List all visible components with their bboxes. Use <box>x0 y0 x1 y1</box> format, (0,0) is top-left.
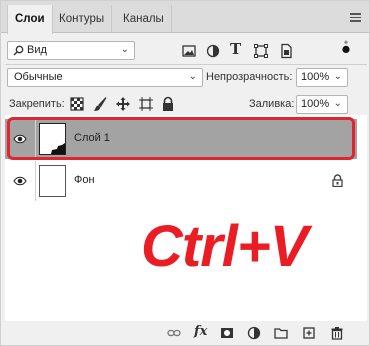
lock-image-pixels-icon[interactable] <box>92 96 108 112</box>
lock-position-icon[interactable] <box>115 96 131 112</box>
chevron-down-icon: ⌄ <box>120 44 129 55</box>
opacity-input[interactable]: 100% ⌄ <box>296 68 348 87</box>
filter-shape-icon[interactable] <box>253 43 269 59</box>
divider <box>35 161 36 201</box>
opacity-label: Непрозрачность: <box>206 71 293 83</box>
filter-toggle-icon[interactable] <box>338 39 354 55</box>
panel-footer: fx <box>1 321 369 345</box>
chevron-down-icon: ⌄ <box>333 98 342 109</box>
visibility-eye-icon[interactable] <box>13 175 27 187</box>
add-layer-style-button[interactable]: fx <box>194 324 207 339</box>
layer-row-background[interactable]: Фон <box>5 161 357 201</box>
filter-adjustment-icon[interactable] <box>205 43 221 59</box>
layer-filter-select[interactable]: Вид ⌄ <box>7 41 135 60</box>
filter-type-icon[interactable]: T <box>230 40 241 58</box>
lock-icon[interactable] <box>332 174 343 187</box>
tab-channels[interactable]: Каналы <box>116 5 172 33</box>
lock-label: Закрепить: <box>9 98 65 110</box>
layer-thumbnail <box>39 165 66 197</box>
blend-mode-value: Обычные <box>14 71 63 83</box>
opacity-value: 100% <box>301 71 330 83</box>
lock-transparent-pixels-icon[interactable] <box>69 96 85 112</box>
delete-layer-trash-icon[interactable] <box>330 326 344 340</box>
layers-panel: Слои Контуры Каналы Вид ⌄ T Обычные ⌄ Не… <box>0 0 370 346</box>
link-layers-icon[interactable] <box>167 326 181 340</box>
lock-artboard-icon[interactable] <box>138 96 154 112</box>
tab-layers[interactable]: Слои <box>7 5 53 34</box>
lock-all-icon[interactable] <box>160 96 176 112</box>
divider <box>5 64 367 65</box>
fill-value: 100% <box>301 98 330 110</box>
selection-highlight <box>7 117 355 160</box>
blend-mode-select[interactable]: Обычные ⌄ <box>7 68 203 87</box>
add-mask-icon[interactable] <box>220 326 234 340</box>
panel-menu-icon[interactable] <box>350 13 361 22</box>
chevron-down-icon: ⌄ <box>333 71 342 82</box>
layer-name: Фон <box>74 174 95 186</box>
search-icon <box>13 45 24 56</box>
new-adjustment-layer-icon[interactable] <box>247 326 261 340</box>
filter-smart-object-icon[interactable] <box>278 43 294 59</box>
hotkey-overlay: Ctrl+V <box>141 214 308 279</box>
new-layer-icon[interactable] <box>302 326 316 340</box>
filter-pixel-icon[interactable] <box>181 43 197 59</box>
chevron-down-icon: ⌄ <box>188 71 197 82</box>
fill-label: Заливка: <box>249 98 295 110</box>
panel-tab-bar: Слои Контуры Каналы <box>1 1 369 34</box>
tab-paths[interactable]: Контуры <box>52 5 113 33</box>
filter-label: Вид <box>27 44 47 56</box>
fill-input[interactable]: 100% ⌄ <box>296 95 348 114</box>
new-group-folder-icon[interactable] <box>274 326 288 340</box>
